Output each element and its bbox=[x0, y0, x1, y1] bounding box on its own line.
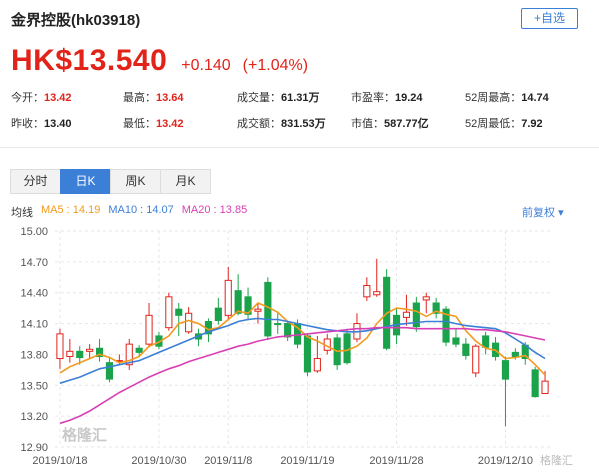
candle-up bbox=[56, 333, 64, 360]
watermark-corner: 格隆汇 bbox=[540, 455, 573, 467]
x-tick-label: 2019/11/8 bbox=[204, 455, 252, 467]
candle-up bbox=[313, 358, 321, 372]
candle-up bbox=[363, 285, 371, 298]
candle-up bbox=[165, 296, 173, 329]
x-tick-label: 2019/10/30 bbox=[131, 455, 186, 467]
candle-up bbox=[86, 348, 94, 352]
x-tick-label: 2019/11/19 bbox=[280, 455, 334, 467]
y-tick-label: 13.80 bbox=[20, 349, 48, 361]
candle-down bbox=[343, 333, 351, 364]
y-tick-label: 14.40 bbox=[20, 288, 48, 300]
candle-up bbox=[472, 345, 480, 374]
x-tick-label: 2019/10/18 bbox=[32, 455, 87, 467]
candle-down bbox=[274, 323, 282, 326]
candle-down bbox=[452, 337, 460, 345]
y-tick-label: 14.70 bbox=[20, 257, 48, 269]
candle-down bbox=[531, 369, 539, 398]
candle-up bbox=[224, 279, 232, 316]
candle-up bbox=[373, 291, 381, 296]
candle-down bbox=[303, 335, 312, 373]
candle-down bbox=[234, 290, 242, 314]
candle-down bbox=[482, 335, 490, 348]
candle-up bbox=[402, 311, 411, 318]
x-tick-label: 2019/12/10 bbox=[478, 455, 533, 467]
candle-up bbox=[422, 296, 430, 301]
candle-up bbox=[185, 312, 193, 333]
y-tick-label: 13.20 bbox=[20, 411, 48, 423]
candle-down bbox=[501, 360, 510, 380]
candle-down bbox=[511, 351, 519, 357]
candle-up bbox=[254, 308, 262, 312]
y-tick-label: 14.10 bbox=[20, 319, 48, 331]
candle-down bbox=[105, 362, 114, 380]
candle-up bbox=[145, 314, 153, 345]
y-tick-label: 12.90 bbox=[20, 442, 48, 454]
candle-down bbox=[462, 343, 470, 356]
y-tick-label: 15.00 bbox=[20, 226, 48, 238]
y-tick-label: 13.50 bbox=[20, 380, 48, 392]
candle-down bbox=[264, 281, 272, 337]
watermark-logo: 格隆汇 bbox=[62, 427, 108, 444]
candle-down bbox=[135, 347, 143, 353]
candle-up bbox=[541, 380, 549, 395]
candle-up bbox=[66, 350, 74, 357]
ma-line-ma20 bbox=[59, 326, 546, 425]
candle-down bbox=[76, 350, 84, 359]
candle-down bbox=[214, 307, 222, 321]
candlestick-chart[interactable]: 15.00 14.70 14.40 14.10 13.80 13.50 13.20 12.90… bbox=[0, 0, 599, 472]
candle-down bbox=[175, 308, 183, 316]
x-tick-label: 2019/11/28 bbox=[369, 455, 423, 467]
